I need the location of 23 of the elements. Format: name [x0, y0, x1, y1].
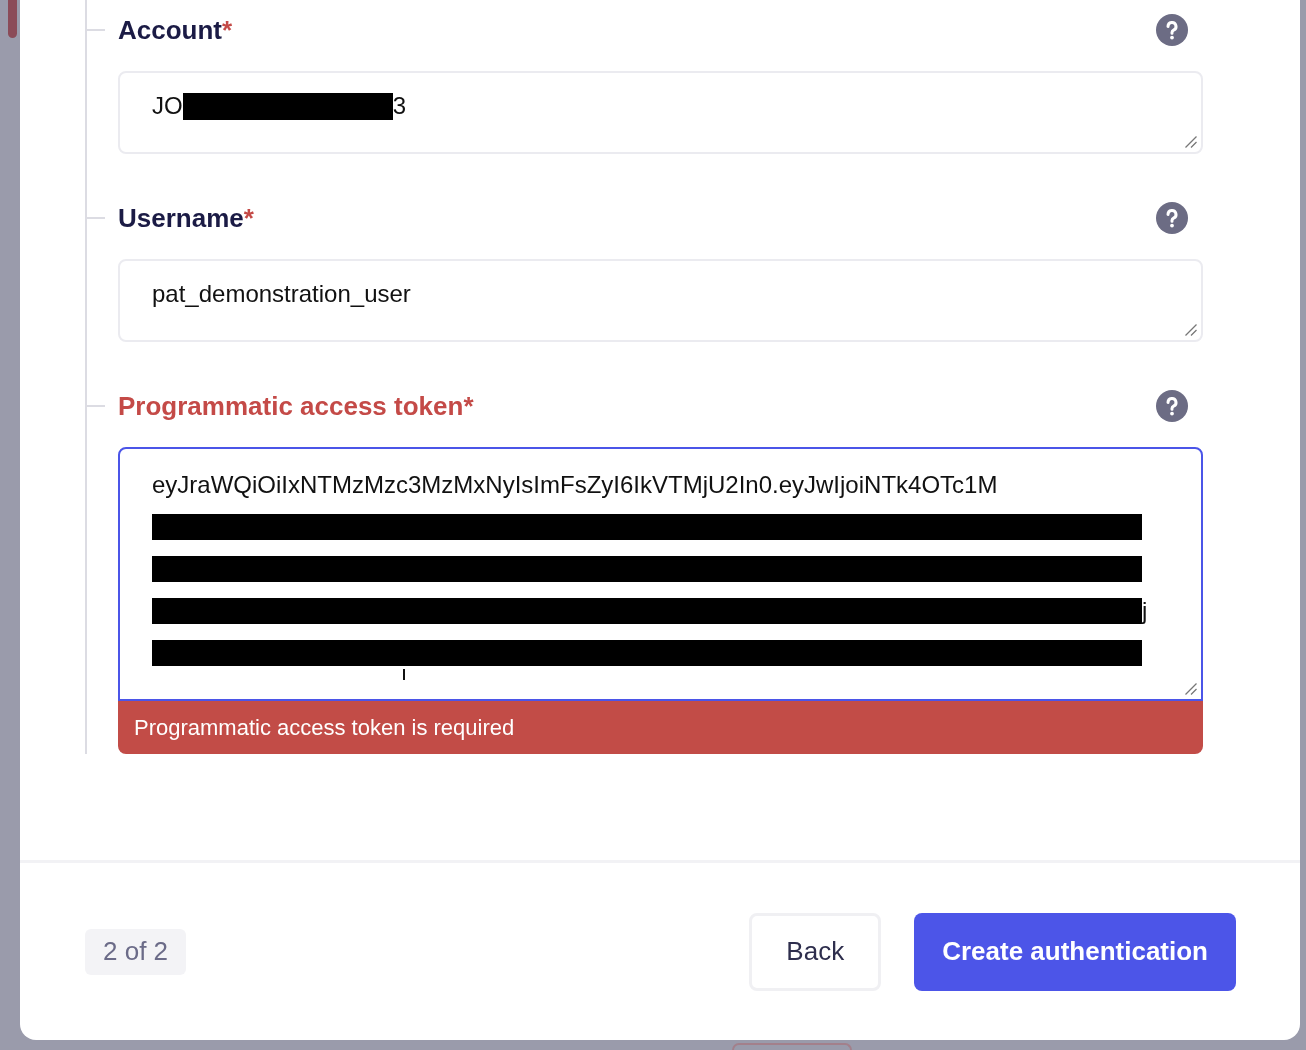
help-icon[interactable]: [1156, 390, 1188, 422]
help-icon[interactable]: [1156, 14, 1188, 46]
field-label: Account*: [118, 14, 233, 46]
step-counter: 2 of 2: [85, 928, 187, 975]
text-field[interactable]: pat_demonstration_user: [118, 259, 1203, 342]
field-label: Programmatic access token*: [118, 390, 474, 422]
resize-handle-icon[interactable]: [1185, 324, 1197, 336]
field-value: JO: [152, 92, 183, 120]
resize-handle-icon[interactable]: [1185, 136, 1197, 148]
field-label: Username*: [118, 202, 254, 234]
text-field[interactable]: JO 3: [118, 71, 1203, 154]
back-button[interactable]: Back: [749, 912, 882, 991]
create-button[interactable]: Create authentication: [914, 912, 1236, 991]
help-icon[interactable]: [1156, 202, 1188, 234]
text-cursor: [403, 669, 405, 680]
backdrop-marker: [8, 0, 17, 38]
error-message: Programmatic access token is required: [118, 701, 1203, 754]
text-field[interactable]: eyJraWQiOiIxNTMzMzc3MzMxNyIsImFsZyI6IkVTMjU2In0.eyJwIjoiNTk4OTc1M j: [118, 447, 1203, 701]
field-value: eyJraWQiOiIxNTMzMzc3MzMxNyIsImFsZyI6IkVTMjU2In0.eyJwIjoiNTk4OTc1M: [152, 471, 998, 499]
field-value: pat_demonstration_user: [152, 280, 411, 308]
field-value: 3: [392, 92, 407, 120]
resize-handle-icon[interactable]: [1185, 683, 1197, 695]
field-value: j: [1142, 597, 1148, 625]
